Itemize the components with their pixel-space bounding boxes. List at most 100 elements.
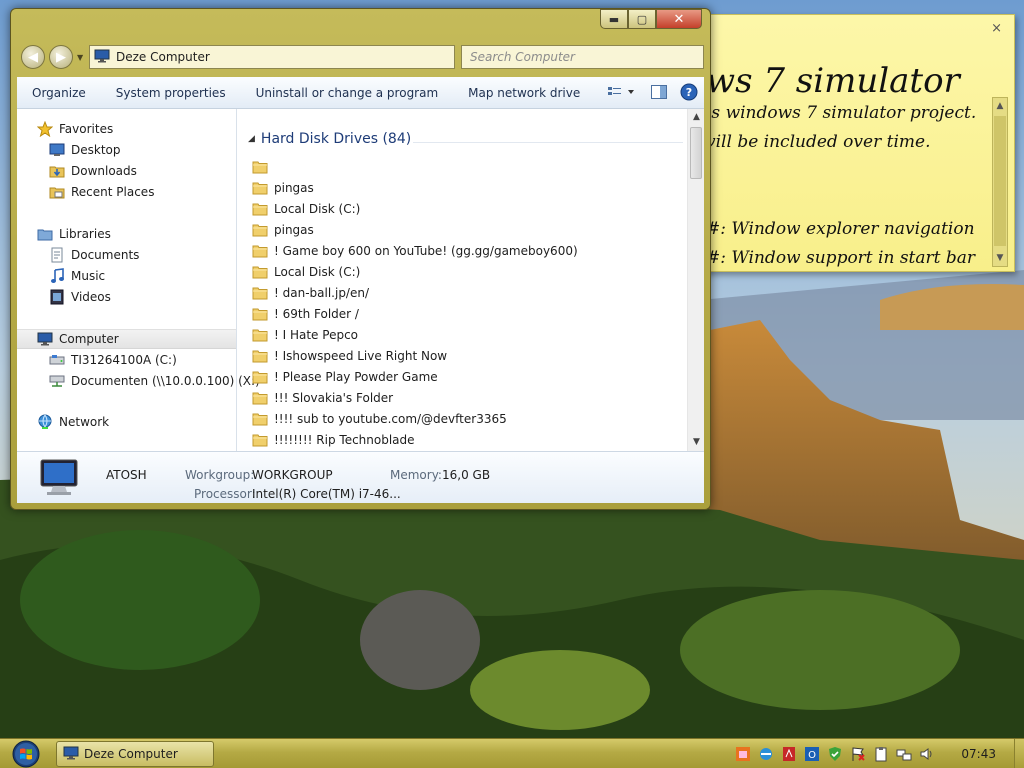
- file-list-item[interactable]: [252, 157, 274, 177]
- file-list-item[interactable]: Local Disk (C:): [252, 262, 360, 282]
- sticky-title: ws 7 simulator: [706, 61, 960, 101]
- file-list-item[interactable]: pingas: [252, 220, 314, 240]
- nav-item-drive-c[interactable]: TI31264100A (C:): [17, 350, 236, 370]
- organize-button[interactable]: Organize: [17, 86, 101, 100]
- nav-label: Computer: [59, 332, 119, 346]
- file-list-item[interactable]: ! dan-ball.jp/en/: [252, 283, 369, 303]
- clock[interactable]: 07:43: [961, 747, 996, 761]
- folder-icon: [252, 412, 268, 426]
- address-bar[interactable]: Deze Computer: [89, 45, 455, 69]
- sticky-close-icon[interactable]: ×: [991, 21, 1002, 36]
- file-list-item[interactable]: ! 69th Folder /: [252, 304, 359, 324]
- svg-text:?: ?: [686, 86, 692, 99]
- scroll-thumb[interactable]: [690, 127, 702, 179]
- clipboard-icon[interactable]: [873, 746, 889, 762]
- memory-value: 16,0 GB: [442, 468, 491, 482]
- scroll-down-icon[interactable]: ▼: [993, 250, 1007, 266]
- volume-icon[interactable]: [919, 746, 935, 762]
- file-list-item[interactable]: !!! Slovakia's Folder: [252, 388, 393, 408]
- nav-computer[interactable]: Computer: [17, 329, 236, 349]
- system-tray: O 07:43: [728, 739, 1024, 768]
- shield-check-icon[interactable]: [827, 746, 843, 762]
- pdf-icon[interactable]: [781, 746, 797, 762]
- start-button[interactable]: [6, 740, 46, 768]
- close-button[interactable]: ✕: [656, 9, 702, 29]
- nav-item-recent-places[interactable]: Recent Places: [17, 182, 236, 202]
- file-list-item[interactable]: pingas: [252, 178, 314, 198]
- caption-buttons: ▬ ▢ ✕: [600, 9, 702, 29]
- nav-item-music[interactable]: Music: [17, 266, 236, 286]
- scroll-up-icon[interactable]: ▲: [688, 109, 705, 126]
- show-desktop-button[interactable]: [1014, 739, 1024, 768]
- file-list-item[interactable]: !!!!!!!! Rip Technoblade: [252, 430, 415, 450]
- scroll-thumb[interactable]: [994, 116, 1006, 246]
- view-options-icon: [607, 85, 637, 102]
- file-name: ! Please Play Powder Game: [274, 370, 438, 384]
- nav-network[interactable]: Network: [17, 412, 236, 432]
- maximize-button[interactable]: ▢: [628, 9, 656, 29]
- content-area: Favorites Desktop Downloads Recent Place…: [17, 109, 704, 451]
- preview-pane-button[interactable]: [644, 77, 674, 109]
- nav-favorites[interactable]: Favorites: [17, 119, 236, 139]
- file-list-item[interactable]: ! Game boy 600 on YouTube! (gg.gg/gamebo…: [252, 241, 578, 261]
- file-list-item[interactable]: ! I Hate Pepco: [252, 325, 358, 345]
- workgroup-value: WORKGROUP: [252, 468, 333, 482]
- desktop-icon: [49, 142, 65, 158]
- group-divider: [413, 142, 683, 143]
- help-icon: ?: [680, 83, 698, 104]
- nav-item-documents[interactable]: Documents: [17, 245, 236, 265]
- scroll-down-icon[interactable]: ▼: [688, 434, 705, 451]
- uninstall-program-button[interactable]: Uninstall or change a program: [241, 86, 454, 100]
- view-options-button[interactable]: [600, 77, 644, 109]
- sticky-line: is windows 7 simulator project.: [706, 103, 977, 123]
- nav-item-network-drive-x[interactable]: Documenten (\\10.0.0.100) (X:): [17, 371, 260, 391]
- svg-text:O: O: [808, 750, 816, 761]
- network-drive-icon: [49, 373, 65, 389]
- folder-icon: [252, 244, 268, 258]
- back-button[interactable]: ◀: [21, 45, 45, 69]
- file-list-item[interactable]: ! Ishowspeed Live Right Now: [252, 346, 447, 366]
- collapse-triangle-icon[interactable]: ◢: [248, 134, 255, 144]
- file-list-item[interactable]: Local Disk (C:): [252, 199, 360, 219]
- nav-item-videos[interactable]: Videos: [17, 287, 236, 307]
- nav-item-downloads[interactable]: Downloads: [17, 161, 236, 181]
- folder-icon: [252, 349, 268, 363]
- folder-icon: [252, 181, 268, 195]
- ie-icon[interactable]: [758, 746, 774, 762]
- search-input[interactable]: Search Computer: [461, 45, 704, 69]
- help-button[interactable]: ?: [674, 77, 704, 109]
- folder-icon: [252, 160, 268, 174]
- hard-drive-icon: [49, 352, 65, 368]
- folder-icon: [252, 286, 268, 300]
- nav-label: Desktop: [71, 143, 121, 157]
- taskbar-item-deze-computer[interactable]: Deze Computer: [56, 741, 214, 767]
- group-header-hard-disk-drives[interactable]: ◢ Hard Disk Drives (84): [248, 131, 411, 147]
- sticky-note[interactable]: × ws 7 simulator is windows 7 simulator …: [700, 14, 1015, 272]
- system-properties-button[interactable]: System properties: [101, 86, 241, 100]
- memory-label: Memory:: [390, 468, 442, 482]
- folder-icon: [252, 391, 268, 405]
- taskbar: Deze Computer O 07:43: [0, 738, 1024, 768]
- file-list-item[interactable]: ! Please Play Powder Game: [252, 367, 438, 387]
- outlook-icon[interactable]: O: [804, 746, 820, 762]
- nav-libraries[interactable]: Libraries: [17, 224, 236, 244]
- file-name: !!! Slovakia's Folder: [274, 391, 394, 405]
- app-icon[interactable]: [735, 746, 751, 762]
- file-name: pingas: [274, 181, 314, 195]
- vertical-scrollbar[interactable]: ▲ ▼: [687, 109, 704, 451]
- network-icon[interactable]: [896, 746, 912, 762]
- recent-pages-dropdown-icon[interactable]: ▼: [77, 53, 83, 62]
- scroll-up-icon[interactable]: ▲: [993, 98, 1007, 114]
- nav-item-desktop[interactable]: Desktop: [17, 140, 236, 160]
- file-name: ! dan-ball.jp/en/: [274, 286, 370, 300]
- map-network-drive-button[interactable]: Map network drive: [453, 86, 595, 100]
- file-list-item[interactable]: !!!! sub to youtube.com/@devfter3365: [252, 409, 507, 429]
- documents-icon: [49, 247, 65, 263]
- windows-orb-icon: [6, 740, 46, 768]
- computer-icon: [94, 49, 110, 66]
- minimize-button[interactable]: ▬: [600, 9, 628, 29]
- computer-icon: [37, 331, 53, 347]
- flag-icon[interactable]: [850, 746, 866, 762]
- sticky-scrollbar[interactable]: ▲ ▼: [992, 97, 1008, 267]
- forward-button[interactable]: ▶: [49, 45, 73, 69]
